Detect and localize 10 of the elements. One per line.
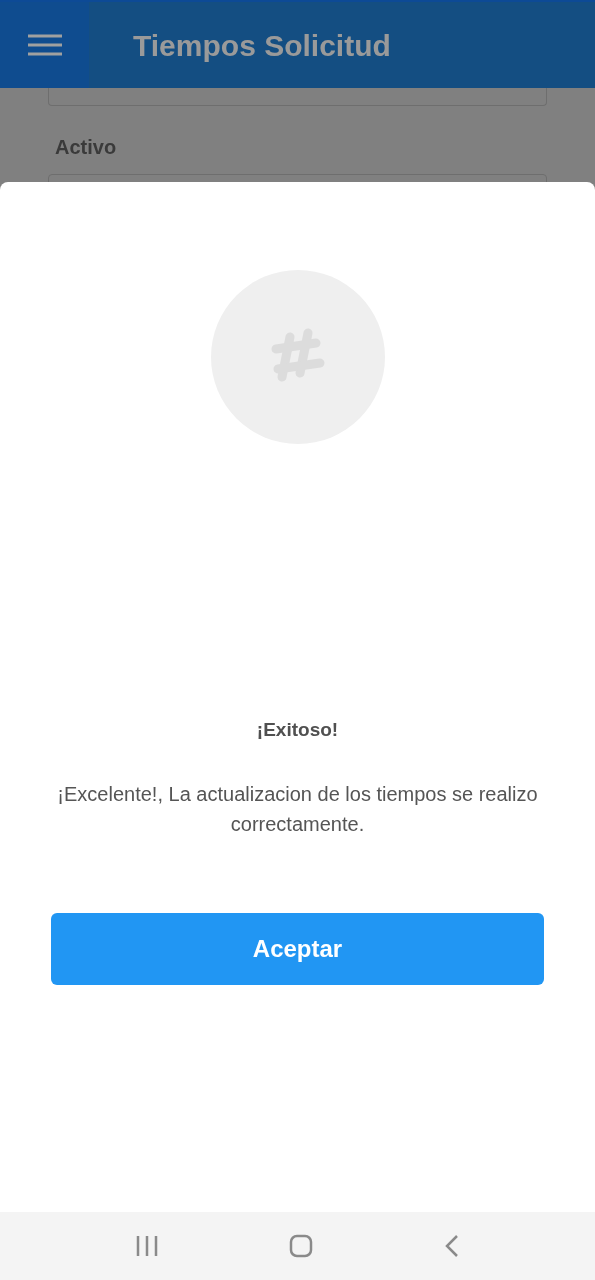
menu-icon — [27, 33, 62, 57]
field-label: Activo — [55, 135, 118, 160]
recent-apps-icon[interactable] — [135, 1234, 160, 1258]
home-icon[interactable] — [289, 1234, 314, 1258]
menu-button[interactable] — [0, 2, 89, 88]
dialog-title: ¡Exitoso! — [256, 718, 339, 742]
back-icon[interactable] — [443, 1234, 460, 1258]
dialog-message: ¡Excelente!, La actualizacion de los tiempos se realizo correctamente. — [56, 781, 539, 837]
accept-button[interactable]: Aceptar — [51, 912, 544, 985]
app-bar-title: Tiempos Solicitud — [133, 27, 391, 64]
